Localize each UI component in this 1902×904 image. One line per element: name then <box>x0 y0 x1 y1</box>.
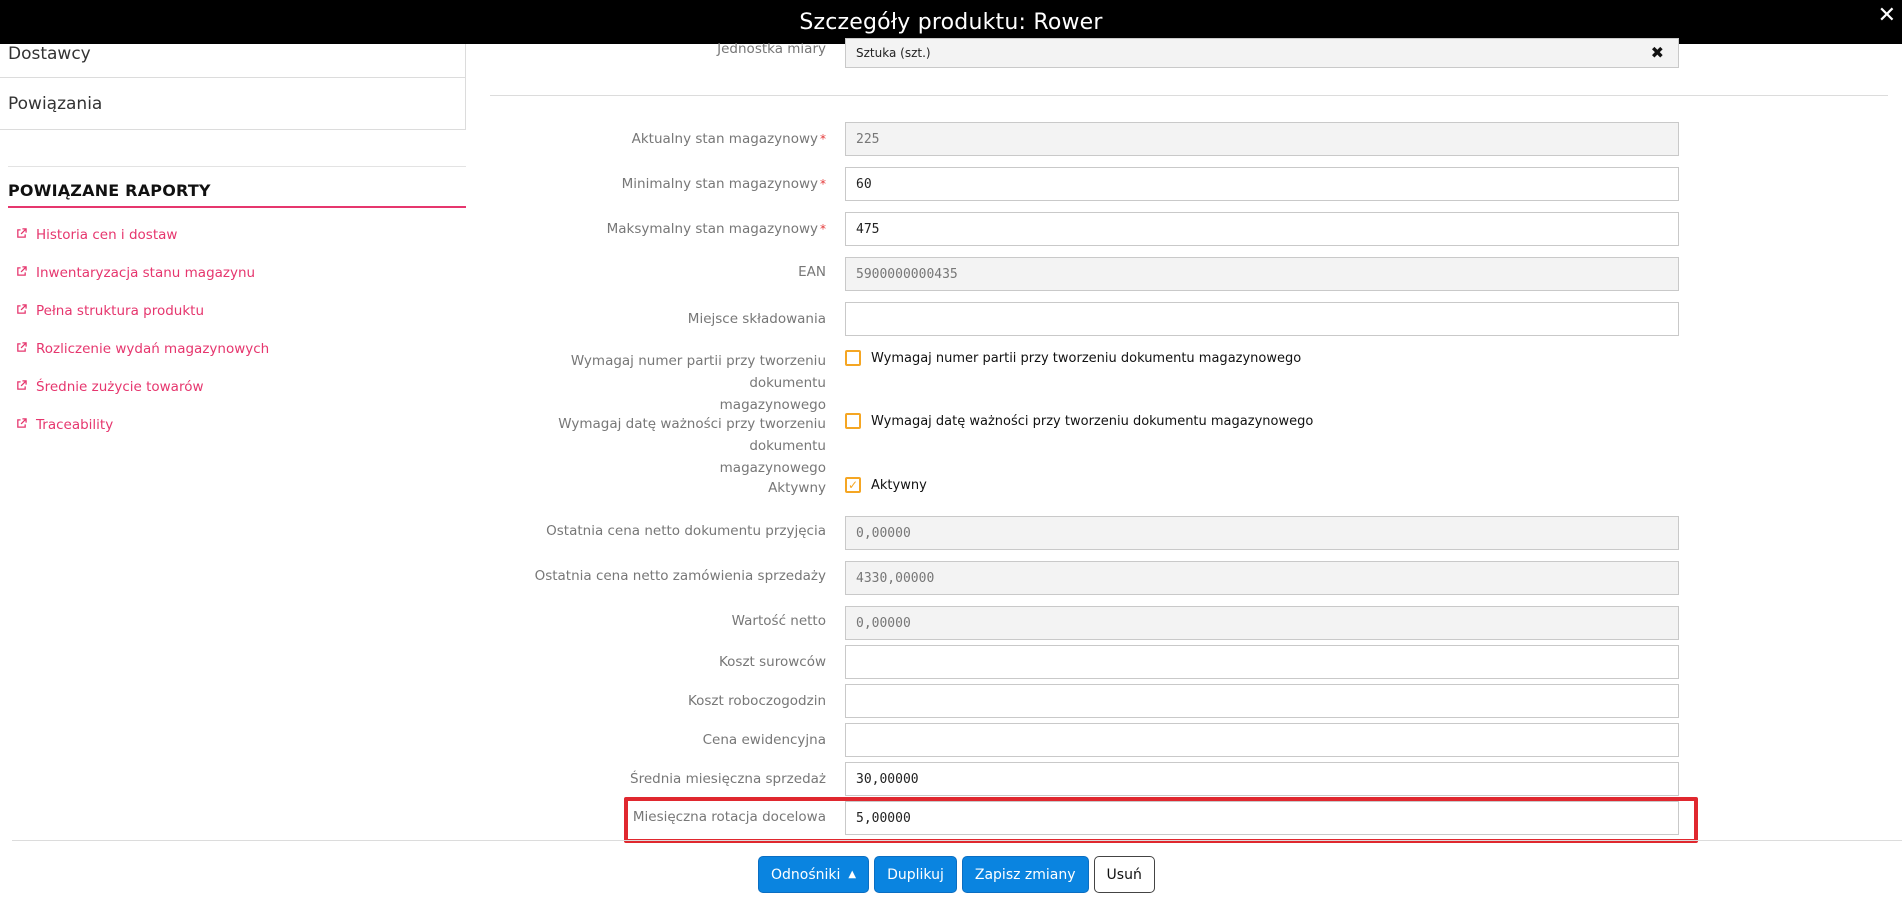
last-sales-order-price-input[interactable]: 4330,00000 <box>845 561 1679 595</box>
sidebar-divider <box>8 166 466 167</box>
related-reports-heading: POWIĄZANE RAPORTY <box>8 181 466 208</box>
sidebar-item-relations[interactable]: Powiązania <box>0 78 466 130</box>
modal-title: Szczegóły produktu: Rower <box>799 9 1103 35</box>
target-monthly-rotation-label: Miesięczna rotacja docelowa <box>632 809 826 825</box>
action-bar: Odnośniki ▲ Duplikuj Zapisz zmiany Usuń <box>758 856 1155 893</box>
external-link-icon <box>16 417 32 433</box>
report-link-product-structure[interactable]: Pełna struktura produktu <box>16 292 466 330</box>
require-expiry-checkbox-wrap[interactable]: Wymagaj datę ważności przy tworzeniu dok… <box>845 413 1313 429</box>
active-checkbox-wrap[interactable]: ✓ Aktywny <box>845 477 927 493</box>
delete-button[interactable]: Usuń <box>1093 856 1155 893</box>
max-stock-input[interactable]: 475 <box>845 212 1679 246</box>
last-receipt-price-label: Ostatnia cena netto dokumentu przyjęcia <box>546 523 826 539</box>
net-value-input[interactable]: 0,00000 <box>845 606 1679 640</box>
avg-monthly-sales-input[interactable]: 30,00000 <box>845 762 1679 796</box>
min-stock-input[interactable]: 60 <box>845 167 1679 201</box>
avg-monthly-sales-label: Średnia miesięczna sprzedaż <box>630 771 826 787</box>
report-link-label: Rozliczenie wydań magazynowych <box>36 341 270 357</box>
report-link-label: Średnie zużycie towarów <box>36 379 204 395</box>
sidebar: Dostawcy Powiązania POWIĄZANE RAPORTY Hi… <box>0 44 466 444</box>
report-link-label: Traceability <box>36 417 114 433</box>
unit-value: Sztuka (szt.) <box>856 46 931 60</box>
report-link-inventory[interactable]: Inwentaryzacja stanu magazynu <box>16 254 466 292</box>
require-expiry-checkbox-label: Wymagaj datę ważności przy tworzeniu dok… <box>871 413 1314 429</box>
ean-label: EAN <box>798 264 826 280</box>
footer-divider <box>12 840 1902 841</box>
current-stock-label: Aktualny stan magazynowy * <box>631 131 826 147</box>
report-link-label: Inwentaryzacja stanu magazynu <box>36 265 256 281</box>
raw-material-cost-input[interactable] <box>845 645 1679 679</box>
sidebar-item-label: Powiązania <box>8 93 103 114</box>
sidebar-item-suppliers[interactable]: Dostawcy <box>0 44 466 78</box>
report-link-label: Pełna struktura produktu <box>36 303 205 319</box>
require-expiry-checkbox[interactable] <box>845 413 861 429</box>
report-link-label: Historia cen i dostaw <box>36 227 178 243</box>
standard-price-input[interactable] <box>845 723 1679 757</box>
duplicate-button[interactable]: Duplikuj <box>874 856 957 893</box>
sidebar-item-label: Dostawcy <box>8 44 91 64</box>
close-icon[interactable]: ✕ <box>1878 2 1896 30</box>
links-button-label: Odnośniki <box>771 866 841 883</box>
external-link-icon <box>16 303 32 319</box>
report-link-average-consumption[interactable]: Średnie zużycie towarów <box>16 368 466 406</box>
net-value-label: Wartość netto <box>731 613 826 629</box>
last-receipt-price-input[interactable]: 0,00000 <box>845 516 1679 550</box>
unit-select[interactable]: Sztuka (szt.) ✖ <box>845 38 1679 68</box>
ean-input[interactable]: 5900000000435 <box>845 257 1679 291</box>
require-batch-checkbox-label: Wymagaj numer partii przy tworzeniu doku… <box>871 350 1302 366</box>
last-sales-order-price-label: Ostatnia cena netto zamówienia sprzedaży <box>534 568 826 584</box>
related-reports-list: Historia cen i dostaw Inwentaryzacja sta… <box>16 216 466 444</box>
labor-cost-label: Koszt roboczogodzin <box>687 693 826 709</box>
active-checkbox[interactable]: ✓ <box>845 477 861 493</box>
report-link-price-history[interactable]: Historia cen i dostaw <box>16 216 466 254</box>
require-batch-checkbox-wrap[interactable]: Wymagaj numer partii przy tworzeniu doku… <box>845 350 1301 366</box>
links-dropdown-button[interactable]: Odnośniki ▲ <box>758 856 870 893</box>
labor-cost-input[interactable] <box>845 684 1679 718</box>
clear-icon[interactable]: ✖ <box>1651 43 1664 62</box>
form-divider <box>490 95 1888 96</box>
report-link-traceability[interactable]: Traceability <box>16 406 466 444</box>
min-stock-label: Minimalny stan magazynowy * <box>621 176 826 192</box>
caret-up-icon: ▲ <box>848 869 857 880</box>
external-link-icon <box>16 379 32 395</box>
external-link-icon <box>16 227 32 243</box>
storage-place-label: Miejsce składowania <box>687 311 826 327</box>
unit-label: Jednostka miary <box>717 41 826 57</box>
active-label: Aktywny <box>768 480 826 496</box>
require-batch-checkbox[interactable] <box>845 350 861 366</box>
external-link-icon <box>16 265 32 281</box>
target-monthly-rotation-input[interactable]: 5,00000 <box>845 801 1679 835</box>
max-stock-label: Maksymalny stan magazynowy * <box>606 221 826 237</box>
report-link-issue-settlement[interactable]: Rozliczenie wydań magazynowych <box>16 330 466 368</box>
raw-material-cost-label: Koszt surowców <box>718 654 826 670</box>
save-button[interactable]: Zapisz zmiany <box>961 856 1089 893</box>
storage-place-input[interactable] <box>845 302 1679 336</box>
current-stock-input[interactable]: 225 <box>845 122 1679 156</box>
external-link-icon <box>16 341 32 357</box>
require-expiry-label: Wymagaj datę ważności przy tworzeniu dok… <box>558 416 826 476</box>
active-checkbox-label: Aktywny <box>871 477 927 493</box>
standard-price-label: Cena ewidencyjna <box>702 732 826 748</box>
require-batch-label: Wymagaj numer partii przy tworzeniu doku… <box>570 353 826 413</box>
